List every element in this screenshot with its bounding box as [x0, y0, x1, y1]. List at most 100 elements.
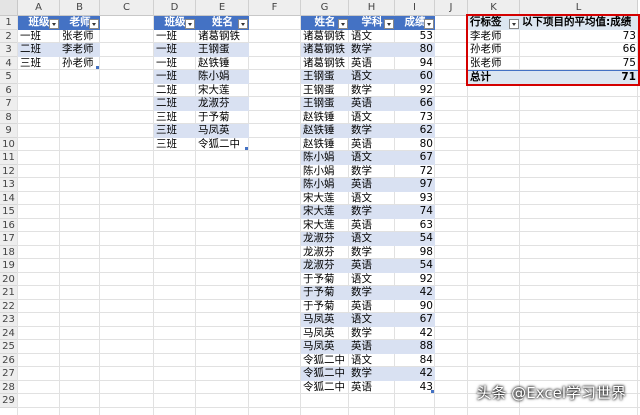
- table2-cell[interactable]: 三班: [154, 111, 196, 125]
- table3-cell[interactable]: 陈小娟: [301, 151, 349, 165]
- table3-cell[interactable]: 80: [395, 43, 435, 57]
- row-header-25[interactable]: 25: [0, 340, 18, 354]
- column-header-g[interactable]: G: [301, 0, 349, 16]
- filter-dropdown-icon[interactable]: [49, 19, 59, 29]
- column-header-f[interactable]: F: [249, 0, 301, 16]
- table3-cell[interactable]: 龙淑芬: [301, 232, 349, 246]
- row-header-18[interactable]: 18: [0, 245, 18, 259]
- table3-cell[interactable]: 令狐二中: [301, 354, 349, 368]
- table3-cell[interactable]: 63: [395, 219, 435, 233]
- row-header-5[interactable]: 5: [0, 70, 18, 84]
- row-header-28[interactable]: 28: [0, 380, 18, 394]
- table3-cell[interactable]: 数学: [349, 165, 395, 179]
- row-header-14[interactable]: 14: [0, 191, 18, 205]
- row-header-2[interactable]: 2: [0, 29, 18, 43]
- table1-cell[interactable]: 孙老师: [60, 57, 100, 71]
- table2-cell[interactable]: 二班: [154, 97, 196, 111]
- table3-cell[interactable]: 语文: [349, 313, 395, 327]
- table3-cell[interactable]: 王钢蛋: [301, 84, 349, 98]
- row-header-26[interactable]: 26: [0, 353, 18, 367]
- table3-cell[interactable]: 90: [395, 300, 435, 314]
- table3-cell[interactable]: 数学: [349, 205, 395, 219]
- table3-cell[interactable]: 数学: [349, 84, 395, 98]
- filter-dropdown-icon[interactable]: [424, 19, 434, 29]
- row-header-6[interactable]: 6: [0, 83, 18, 97]
- row-header-15[interactable]: 15: [0, 205, 18, 219]
- table3-cell[interactable]: 93: [395, 192, 435, 206]
- column-header-h[interactable]: H: [349, 0, 395, 16]
- row-header-21[interactable]: 21: [0, 286, 18, 300]
- pivot-row-item[interactable]: 张老师: [468, 57, 520, 71]
- table3-cell[interactable]: 语文: [349, 192, 395, 206]
- column-header-l[interactable]: L: [520, 0, 638, 16]
- table3-cell[interactable]: 令狐二中: [301, 367, 349, 381]
- table3-cell[interactable]: 王钢蛋: [301, 97, 349, 111]
- table3-header-cell[interactable]: 学科: [349, 16, 395, 30]
- table2-cell[interactable]: 于予菊: [196, 111, 249, 125]
- table3-cell[interactable]: 语文: [349, 151, 395, 165]
- column-header-a[interactable]: A: [18, 0, 60, 16]
- row-header-10[interactable]: 10: [0, 137, 18, 151]
- table3-cell[interactable]: 宋大莲: [301, 219, 349, 233]
- table2-cell[interactable]: 一班: [154, 57, 196, 71]
- filter-dropdown-icon[interactable]: [509, 19, 519, 29]
- table3-cell[interactable]: 宋大莲: [301, 192, 349, 206]
- pivot-row-value[interactable]: 75: [520, 57, 638, 71]
- table3-cell[interactable]: 54: [395, 259, 435, 273]
- table3-cell[interactable]: 66: [395, 97, 435, 111]
- table3-cell[interactable]: 94: [395, 57, 435, 71]
- row-header-19[interactable]: 19: [0, 259, 18, 273]
- filter-dropdown-icon[interactable]: [384, 19, 394, 29]
- row-header-12[interactable]: 12: [0, 164, 18, 178]
- table3-cell[interactable]: 72: [395, 165, 435, 179]
- column-header-e[interactable]: E: [196, 0, 249, 16]
- filter-dropdown-icon[interactable]: [338, 19, 348, 29]
- row-header-17[interactable]: 17: [0, 232, 18, 246]
- row-header-27[interactable]: 27: [0, 367, 18, 381]
- table1-cell[interactable]: 三班: [18, 57, 60, 71]
- table2-cell[interactable]: 一班: [154, 70, 196, 84]
- table3-cell[interactable]: 马凤英: [301, 313, 349, 327]
- row-header-11[interactable]: 11: [0, 151, 18, 165]
- column-header-j[interactable]: J: [435, 0, 468, 16]
- table1-cell[interactable]: 李老师: [60, 43, 100, 57]
- table2-cell[interactable]: 一班: [154, 30, 196, 44]
- table3-cell[interactable]: 语文: [349, 354, 395, 368]
- table2-header-cell[interactable]: 班级: [154, 16, 196, 30]
- row-header-3[interactable]: 3: [0, 43, 18, 57]
- table3-cell[interactable]: 英语: [349, 340, 395, 354]
- row-header-9[interactable]: 9: [0, 124, 18, 138]
- table3-cell[interactable]: 88: [395, 340, 435, 354]
- pivot-row-value[interactable]: 73: [520, 30, 638, 44]
- table3-cell[interactable]: 43: [395, 381, 435, 395]
- table3-cell[interactable]: 数学: [349, 124, 395, 138]
- row-header-23[interactable]: 23: [0, 313, 18, 327]
- table3-cell[interactable]: 陈小娟: [301, 178, 349, 192]
- row-header-22[interactable]: 22: [0, 299, 18, 313]
- table2-cell[interactable]: 一班: [154, 43, 196, 57]
- table3-cell[interactable]: 语文: [349, 232, 395, 246]
- table3-cell[interactable]: 92: [395, 84, 435, 98]
- table3-cell[interactable]: 62: [395, 124, 435, 138]
- table3-cell[interactable]: 令狐二中: [301, 381, 349, 395]
- table2-cell[interactable]: 龙淑芬: [196, 97, 249, 111]
- table-resize-handle[interactable]: [245, 147, 248, 150]
- pivot-row-label[interactable]: 行标签: [468, 16, 520, 30]
- table3-cell[interactable]: 84: [395, 354, 435, 368]
- table3-cell[interactable]: 英语: [349, 138, 395, 152]
- table3-cell[interactable]: 74: [395, 205, 435, 219]
- table3-cell[interactable]: 英语: [349, 219, 395, 233]
- row-header-1[interactable]: 1: [0, 16, 18, 30]
- table3-cell[interactable]: 语文: [349, 70, 395, 84]
- table2-cell[interactable]: 二班: [154, 84, 196, 98]
- column-header-b[interactable]: B: [60, 0, 100, 16]
- table3-cell[interactable]: 英语: [349, 57, 395, 71]
- table2-header-cell[interactable]: 姓名: [196, 16, 249, 30]
- table3-cell[interactable]: 龙淑芬: [301, 246, 349, 260]
- table1-cell[interactable]: 张老师: [60, 30, 100, 44]
- table3-cell[interactable]: 67: [395, 313, 435, 327]
- column-header-d[interactable]: D: [154, 0, 196, 16]
- row-header-13[interactable]: 13: [0, 178, 18, 192]
- table3-cell[interactable]: 80: [395, 138, 435, 152]
- table3-cell[interactable]: 42: [395, 367, 435, 381]
